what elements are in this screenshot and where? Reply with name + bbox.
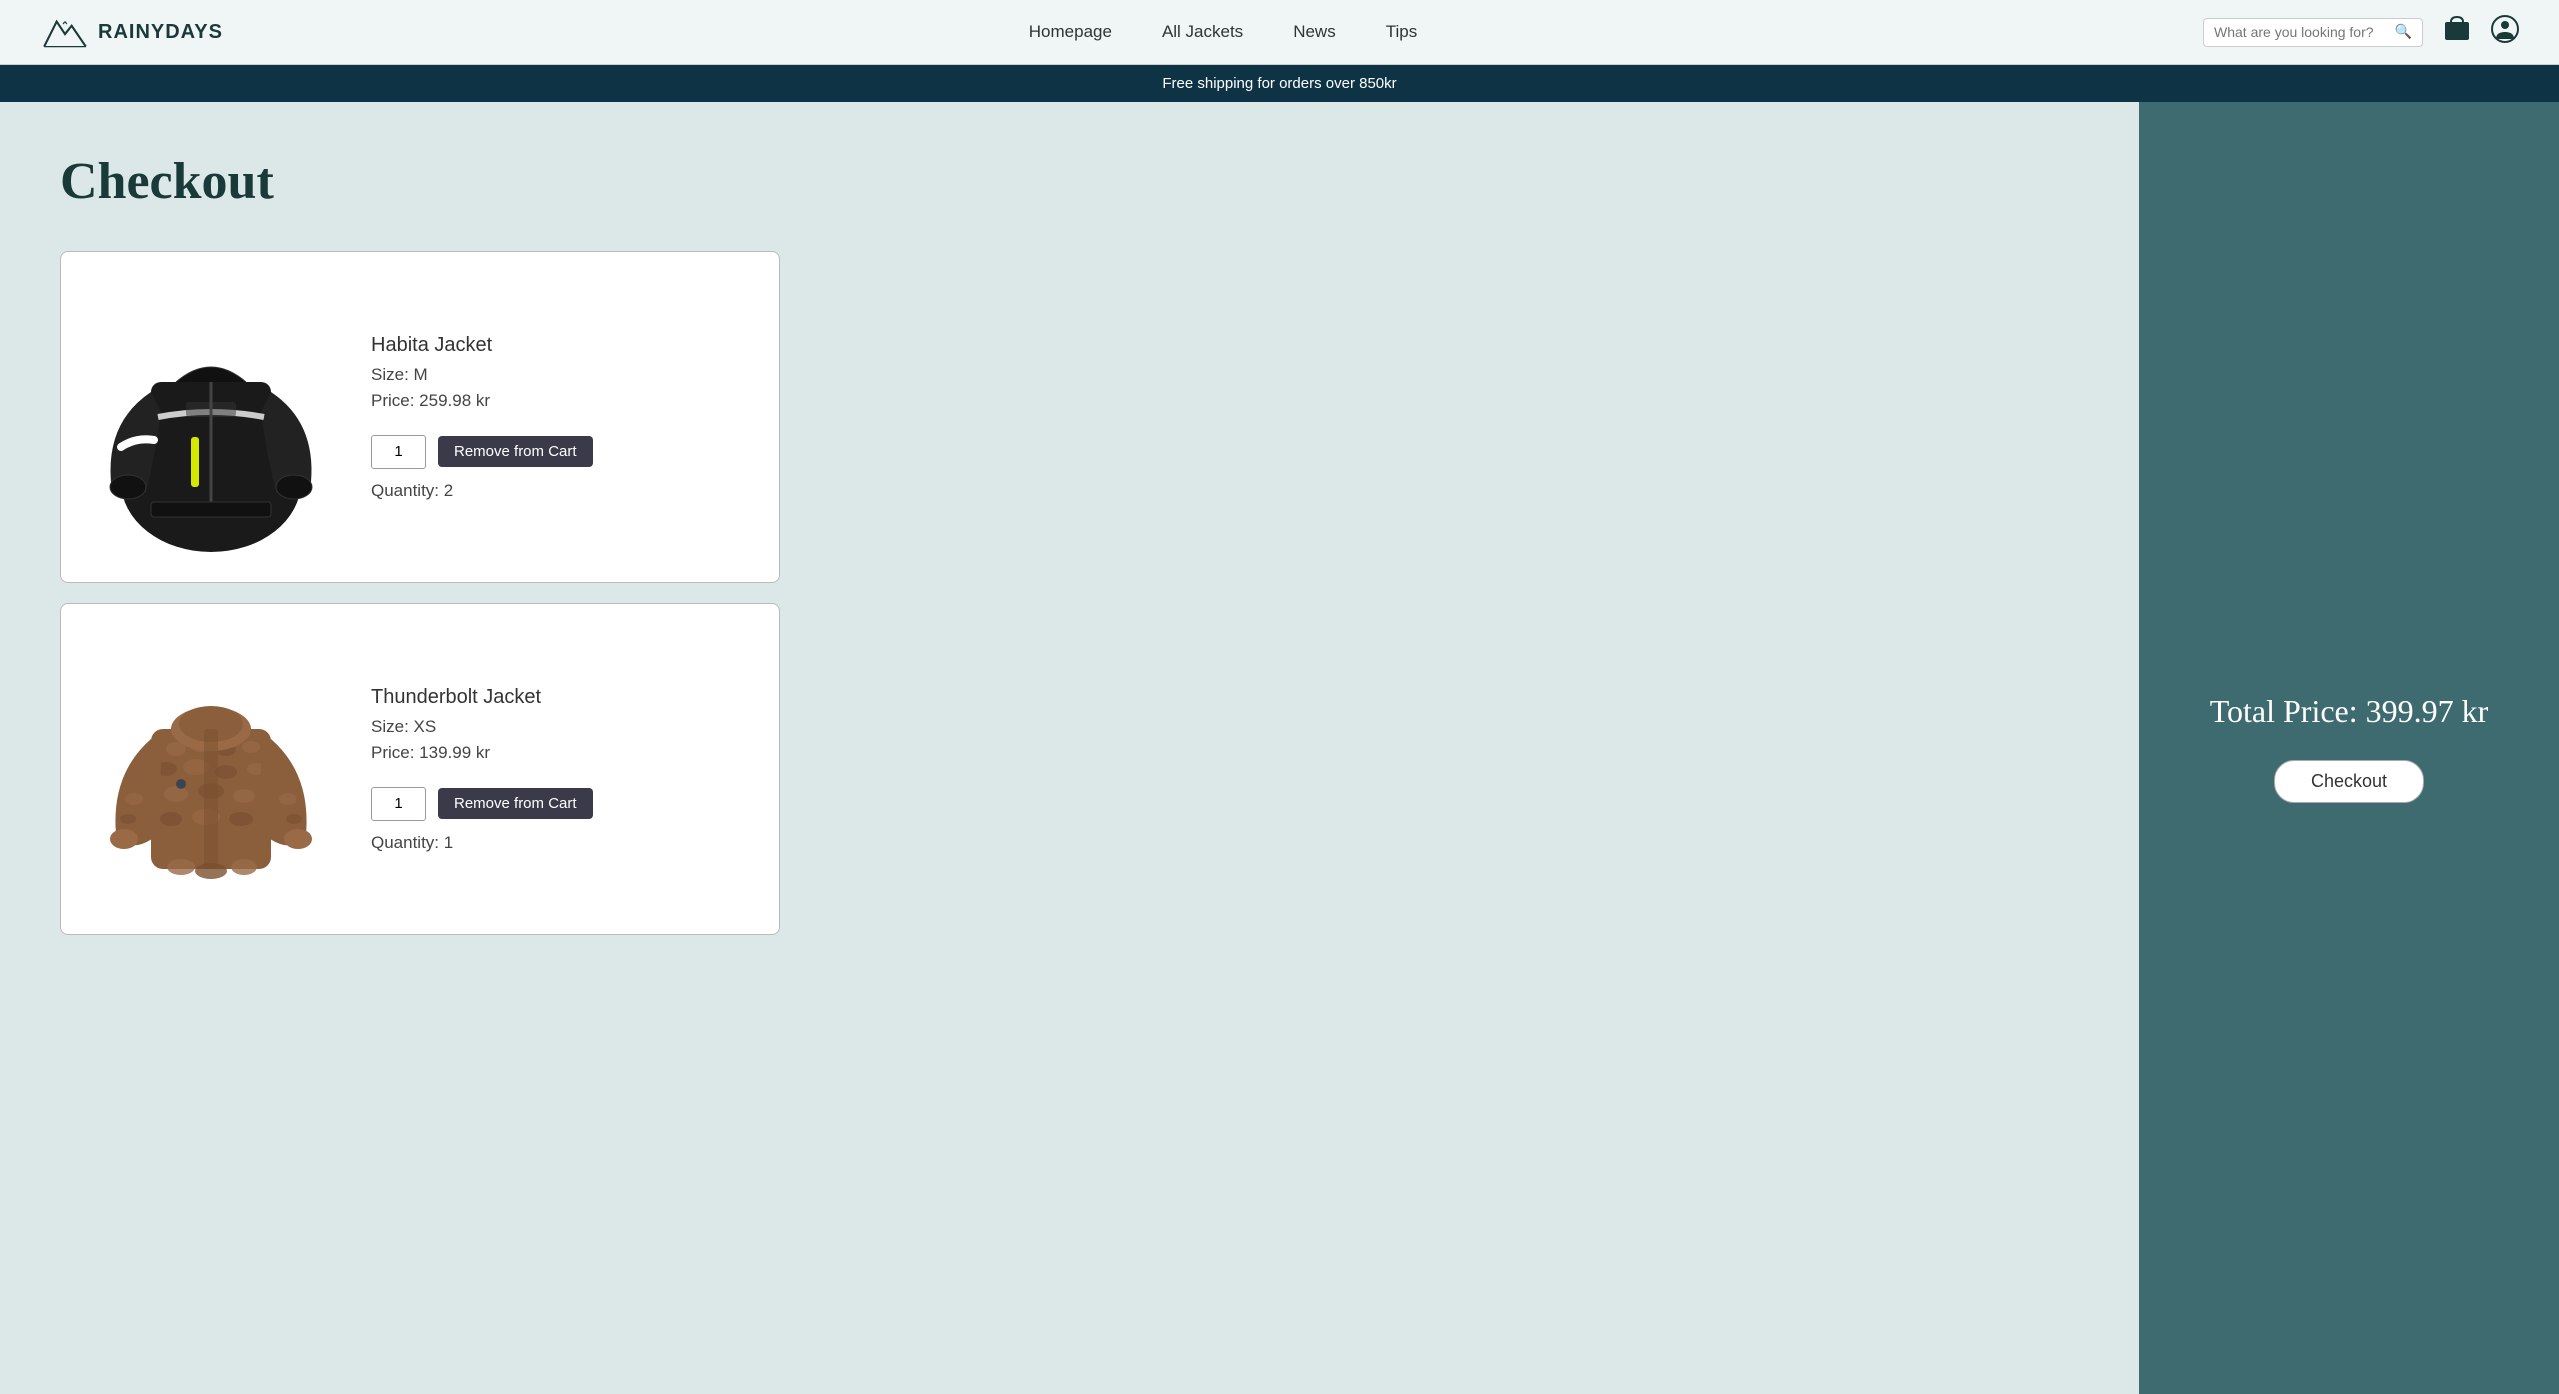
search-input[interactable] <box>2214 24 2389 40</box>
cart-button[interactable] <box>2443 16 2471 49</box>
account-button[interactable] <box>2491 15 2519 50</box>
item-1-image <box>81 272 341 562</box>
item-1-remove-button[interactable]: Remove from Cart <box>438 436 593 467</box>
cart-item-2: Thunderbolt Jacket Size: XS Price: 139.9… <box>60 603 780 935</box>
item-1-size: Size: M <box>371 365 759 385</box>
nav-tips[interactable]: Tips <box>1386 22 1418 42</box>
site-header: RAINYDAYS Homepage All Jackets News Tips… <box>0 0 2559 65</box>
checkout-button[interactable]: Checkout <box>2274 760 2424 803</box>
shipping-banner: Free shipping for orders over 850kr <box>0 65 2559 102</box>
account-icon <box>2491 15 2519 43</box>
search-icon: 🔍 <box>2395 24 2412 41</box>
item-1-name: Habita Jacket <box>371 334 759 357</box>
logo-text: RAINYDAYS <box>98 21 223 44</box>
logo[interactable]: RAINYDAYS <box>40 12 223 52</box>
nav-homepage[interactable]: Homepage <box>1029 22 1112 42</box>
item-2-price: Price: 139.99 kr <box>371 743 759 763</box>
page-title: Checkout <box>60 152 2079 211</box>
main-nav: Homepage All Jackets News Tips <box>283 22 2163 42</box>
item-2-size: Size: XS <box>371 717 759 737</box>
sidebar: Total Price: 399.97 kr Checkout <box>2139 102 2559 1394</box>
logo-mountain-icon <box>40 12 90 52</box>
item-2-remove-button[interactable]: Remove from Cart <box>438 788 593 819</box>
search-bar[interactable]: 🔍 <box>2203 18 2423 47</box>
item-2-name: Thunderbolt Jacket <box>371 686 759 709</box>
item-2-details: Thunderbolt Jacket Size: XS Price: 139.9… <box>341 686 759 853</box>
item-1-quantity-label: Quantity: 2 <box>371 481 759 501</box>
nav-all-jackets[interactable]: All Jackets <box>1162 22 1243 42</box>
total-price: Total Price: 399.97 kr <box>2210 693 2489 730</box>
cart-item-1: Habita Jacket Size: M Price: 259.98 kr R… <box>60 251 780 583</box>
item-2-actions: Remove from Cart <box>371 787 759 821</box>
left-panel: Checkout <box>0 102 2139 1394</box>
item-1-price: Price: 259.98 kr <box>371 391 759 411</box>
item-1-details: Habita Jacket Size: M Price: 259.98 kr R… <box>341 334 759 501</box>
main-layout: Checkout <box>0 102 2559 1394</box>
nav-news[interactable]: News <box>1293 22 1336 42</box>
cart-icon <box>2443 16 2471 42</box>
item-1-quantity-input[interactable] <box>371 435 426 469</box>
item-2-image <box>81 624 341 914</box>
item-1-actions: Remove from Cart <box>371 435 759 469</box>
habita-jacket-image <box>96 282 326 552</box>
item-2-quantity-input[interactable] <box>371 787 426 821</box>
header-right: 🔍 <box>2203 15 2519 50</box>
item-2-quantity-label: Quantity: 1 <box>371 833 759 853</box>
thunderbolt-jacket-image <box>106 639 316 899</box>
